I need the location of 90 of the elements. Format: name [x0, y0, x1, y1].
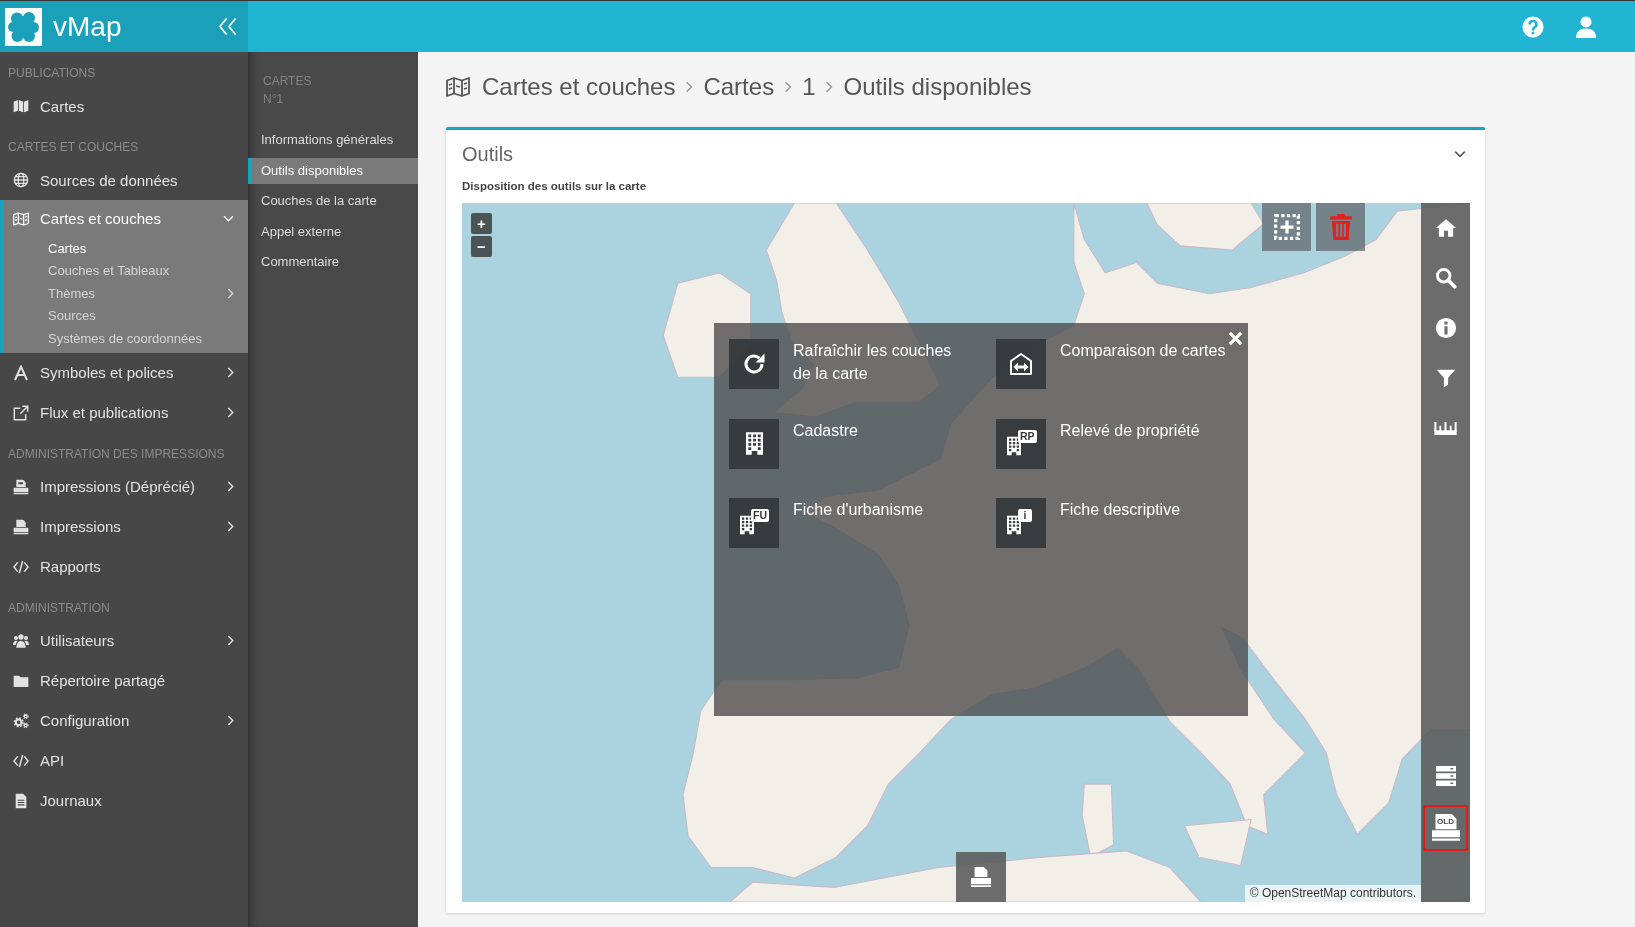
breadcrumb-current: Outils disponibles	[843, 73, 1032, 101]
subnav-item[interactable]: Appel externe	[248, 218, 418, 245]
icon-label: i	[1018, 509, 1032, 522]
sidebar-item[interactable]: Utilisateurs	[0, 620, 248, 661]
sidebar-subitem[interactable]: Cartes	[4, 237, 248, 260]
gears-icon	[13, 712, 29, 729]
sidebar-item[interactable]: Cartes et couches	[4, 200, 248, 237]
print-button[interactable]	[956, 852, 1006, 902]
sidebar-item[interactable]: Répertoire partagé	[0, 660, 248, 701]
dashed-square-plus-icon	[1273, 214, 1300, 240]
map-icon	[13, 210, 29, 227]
map-icon	[13, 98, 29, 114]
sidebar-item[interactable]: Cartes	[0, 86, 248, 126]
external-link-icon	[13, 404, 29, 421]
chevron-right-icon[interactable]	[227, 407, 234, 418]
tool-button[interactable]: Comparaison de cartes	[996, 339, 1248, 389]
zoom-out-button[interactable]: −	[471, 236, 492, 257]
card-subtitle: Disposition des outils sur la carte	[462, 179, 648, 194]
icon-label: RP	[1018, 429, 1037, 443]
chevron-down-icon[interactable]	[1454, 150, 1466, 158]
tool-button[interactable]: Cadastre	[729, 418, 996, 469]
map-attribution: © OpenStreetMap contributors.	[1244, 885, 1421, 902]
building-icon	[1007, 435, 1021, 456]
app-name: vMap	[53, 9, 122, 44]
double-chevron-icon[interactable]	[218, 17, 237, 36]
sidebar-section-title: ADMINISTRATION DES IMPRESSIONS	[7, 445, 226, 463]
font-icon	[13, 364, 29, 381]
sidebar-item[interactable]: Symboles et polices	[0, 352, 248, 393]
document-icon	[13, 792, 29, 809]
server-icon	[1434, 766, 1457, 786]
search-icon	[1434, 267, 1457, 289]
breadcrumb-link[interactable]: 1	[802, 73, 816, 101]
chevron-right-icon[interactable]	[227, 715, 234, 726]
logo-icon[interactable]	[5, 7, 42, 46]
chevron-right-icon[interactable]	[227, 635, 234, 646]
map-icon	[446, 75, 470, 99]
tool-button[interactable]: i Fiche descriptive	[996, 498, 1248, 548]
breadcrumb-link[interactable]: Cartes	[703, 73, 775, 101]
sidebar-item[interactable]: API	[0, 740, 248, 781]
building-icon	[745, 432, 763, 455]
icon-label: OLD	[1437, 818, 1454, 826]
home-icon	[1434, 217, 1457, 239]
building-icon	[740, 515, 754, 535]
zoom-in-button[interactable]: +	[471, 213, 492, 234]
chevron-right-icon	[784, 81, 793, 93]
tool-button[interactable]: FU Fiche d'urbanisme	[729, 498, 996, 548]
subnav-title: CARTES	[263, 73, 313, 90]
code-icon	[13, 752, 29, 769]
subnav-item[interactable]: Informations générales	[248, 127, 418, 153]
sidebar-item[interactable]: Impressions	[0, 506, 248, 547]
icon-label: FU	[751, 509, 769, 522]
sidebar-item[interactable]: Configuration	[0, 700, 248, 741]
chevron-right-icon	[825, 81, 834, 93]
chevron-right-icon[interactable]	[227, 521, 234, 532]
compare-arrows-icon	[1009, 352, 1033, 376]
printer-icon	[1431, 814, 1460, 842]
subnav-item[interactable]: Commentaire	[248, 249, 418, 275]
sidebar-item[interactable]: Flux et publications	[0, 392, 248, 433]
tool-button[interactable]: Rafraîchir les couches de la carte	[729, 339, 996, 389]
users-icon	[13, 632, 29, 649]
sidebar-section-title: PUBLICATIONS	[7, 65, 97, 82]
subnav-item[interactable]: Couches de la carte	[248, 188, 418, 214]
building-icon	[1007, 515, 1021, 535]
sidebar-item[interactable]: Impressions (Déprécié)	[0, 466, 248, 507]
card-title: Outils	[462, 142, 514, 166]
refresh-icon	[742, 352, 766, 376]
subnav-item[interactable]: Outils disponibles	[248, 157, 418, 184]
info-icon	[1434, 317, 1457, 339]
map-tool-button[interactable]: OLD	[1423, 805, 1468, 851]
chevron-right-icon	[685, 81, 694, 93]
globe-icon	[13, 172, 29, 188]
sidebar-section-title: CARTES ET COUCHES	[7, 139, 140, 156]
close-icon[interactable]	[1228, 331, 1243, 346]
sidebar-item[interactable]: Rapports	[0, 546, 248, 587]
subnav-subtitle: N°1	[263, 91, 285, 108]
trash-icon	[1327, 214, 1354, 240]
ruler-icon	[1434, 421, 1457, 435]
code-icon	[13, 558, 29, 575]
sidebar-item[interactable]: Journaux	[0, 780, 248, 821]
map-tool-button[interactable]	[1262, 203, 1311, 251]
chevron-right-icon[interactable]	[227, 367, 234, 378]
printer-icon	[13, 478, 29, 495]
printer-icon	[13, 518, 29, 535]
filter-icon	[1435, 368, 1456, 388]
sidebar-item[interactable]: Sources de données	[0, 160, 248, 200]
tool-button[interactable]: RP Relevé de propriété	[996, 418, 1248, 469]
chevron-right-icon[interactable]	[227, 481, 234, 492]
breadcrumb-link[interactable]: Cartes et couches	[482, 73, 676, 101]
printer-icon	[970, 866, 992, 888]
sidebar-section-title: ADMINISTRATION	[7, 599, 111, 617]
